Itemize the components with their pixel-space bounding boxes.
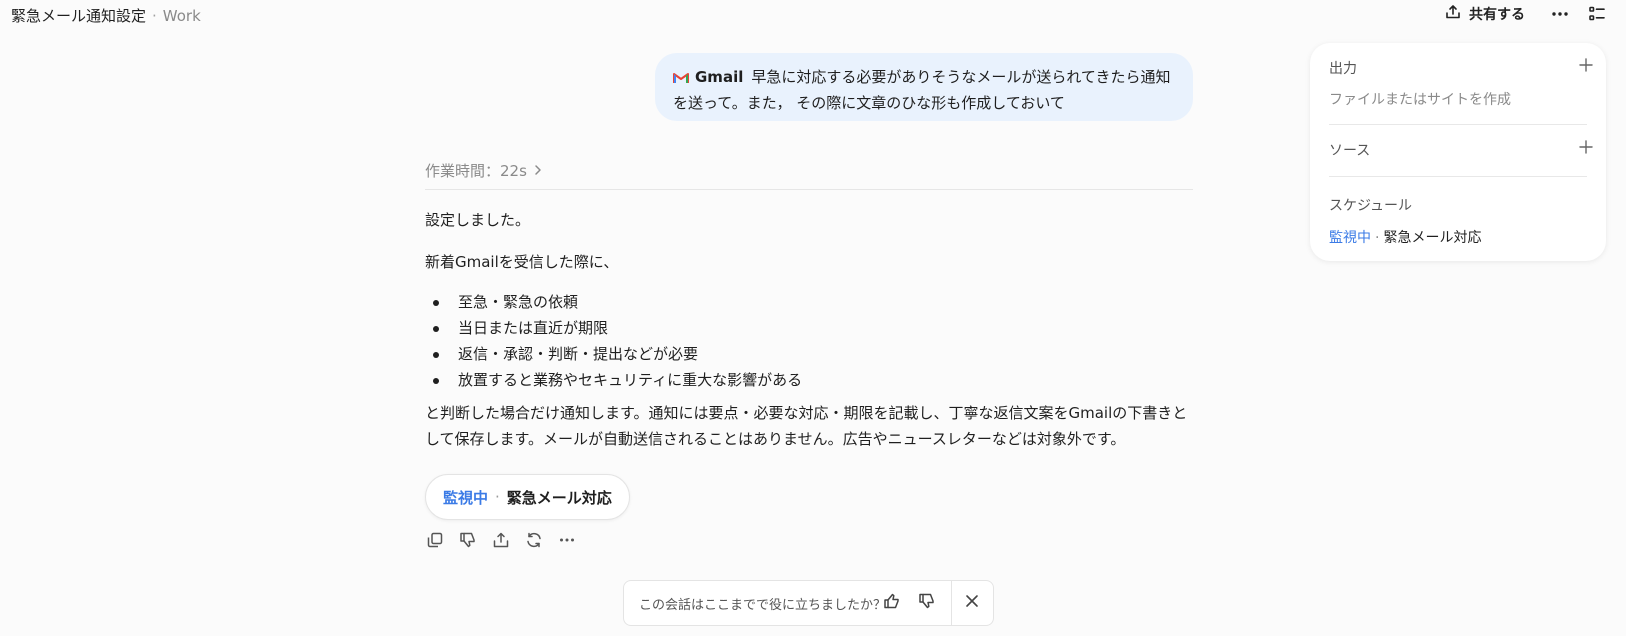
criteria-list: 至急・緊急の依頼 当日または直近が期限 返信・承認・判断・提出などが必要 放置す…: [425, 291, 802, 395]
list-item: 当日または直近が期限: [425, 317, 802, 343]
divider: [425, 189, 1193, 190]
page-title[interactable]: 緊急メール通知設定: [11, 7, 146, 25]
plus-icon: [1579, 58, 1593, 76]
add-output-button[interactable]: [1579, 58, 1593, 76]
list-item: 返信・承認・判断・提出などが必要: [425, 343, 802, 369]
share-label: 共有する: [1469, 7, 1525, 23]
bad-response-button[interactable]: [458, 532, 478, 552]
message-actions: [425, 532, 577, 552]
feedback-question: この会話はここまでで役に立ちましたか？: [639, 597, 887, 613]
work-time-label: 作業時間：22s: [425, 162, 527, 180]
more-options-button[interactable]: [1550, 4, 1570, 28]
panel-toggle-button[interactable]: [1588, 5, 1606, 27]
share-response-button[interactable]: [491, 532, 511, 552]
schedule-status-chip[interactable]: 監視中 · 緊急メール対応: [425, 474, 630, 520]
divider: [1329, 176, 1587, 177]
close-feedback-button[interactable]: [952, 588, 993, 618]
thumbs-up-icon: [883, 592, 901, 614]
status-separator: ·: [495, 488, 500, 506]
output-heading: 出力: [1329, 61, 1357, 77]
source-heading: ソース: [1329, 143, 1371, 159]
regenerate-icon: [525, 531, 543, 553]
breadcrumb-separator: ·: [152, 7, 157, 25]
thumbs-up-button[interactable]: [874, 588, 909, 618]
gmail-label: Gmail: [695, 68, 744, 86]
schedule-state: 監視中: [1329, 230, 1371, 246]
copy-button[interactable]: [425, 532, 445, 552]
more-actions-button[interactable]: [557, 532, 577, 552]
plus-icon: [1579, 140, 1593, 158]
gmail-icon: [673, 64, 689, 90]
thumbs-down-icon: [459, 531, 477, 553]
output-subtitle[interactable]: ファイルまたはサイトを作成: [1329, 89, 1511, 109]
work-time-toggle[interactable]: 作業時間：22s: [425, 160, 543, 181]
panel-icon: [1588, 6, 1606, 27]
schedule-separator: ·: [1375, 230, 1380, 246]
list-item: 放置すると業務やセキュリティに重大な影響がある: [425, 369, 802, 395]
side-panel: 出力 ファイルまたはサイトを作成 ソース スケジュール 監視中 · 緊急メール対応: [1310, 43, 1606, 261]
regenerate-button[interactable]: [524, 532, 544, 552]
more-icon: [1550, 10, 1570, 28]
list-item: 至急・緊急の依頼: [425, 291, 802, 317]
divider: [1329, 124, 1587, 125]
share-icon: [492, 531, 510, 553]
thumbs-down-button[interactable]: [909, 588, 944, 618]
thumbs-down-icon: [918, 592, 936, 614]
share-button[interactable]: 共有する: [1445, 4, 1525, 24]
workspace-label[interactable]: Work: [163, 7, 201, 25]
user-message-text: 早急に対応する必要がありそうなメールが送られてきたら通知を送って。また， その際…: [673, 68, 1171, 112]
schedule-item[interactable]: 監視中 · 緊急メール対応: [1329, 227, 1481, 247]
gmail-connector-chip[interactable]: Gmail: [673, 64, 743, 90]
copy-icon: [426, 531, 444, 553]
status-state: 監視中: [443, 488, 489, 507]
add-source-button[interactable]: [1579, 140, 1593, 158]
feedback-bar: この会話はここまでで役に立ちましたか？: [623, 580, 994, 626]
close-icon: [965, 594, 979, 612]
response-intro: 新着Gmailを受信した際に、: [425, 253, 619, 271]
chevron-right-icon: [533, 162, 543, 180]
share-icon: [1445, 4, 1461, 24]
schedule-task-name: 緊急メール対応: [1383, 230, 1482, 246]
more-icon: [558, 531, 576, 553]
user-message-bubble: Gmail 早急に対応する必要がありそうなメールが送られてきたら通知を送って。ま…: [655, 53, 1193, 121]
top-bar: 緊急メール通知設定 · Work 共有する: [0, 0, 1626, 32]
breadcrumb: 緊急メール通知設定 · Work: [11, 5, 201, 26]
response-body: と判断した場合だけ通知します。通知には要点・必要な対応・期限を記載し、丁寧な返信…: [425, 404, 1188, 448]
status-task-name: 緊急メール対応: [506, 488, 612, 507]
schedule-heading: スケジュール: [1329, 198, 1413, 214]
response-ack: 設定しました。: [425, 211, 531, 229]
